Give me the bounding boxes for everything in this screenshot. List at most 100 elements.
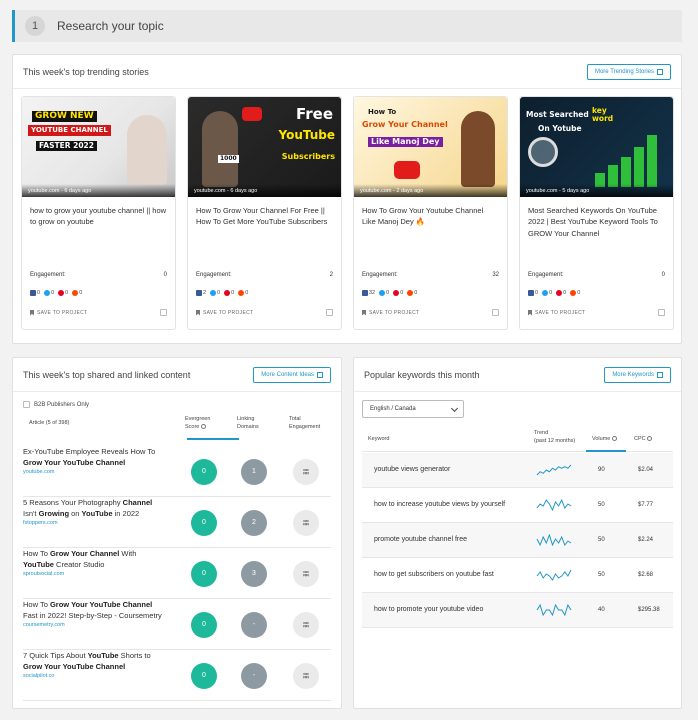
shared-table-header: Article (5 of 398) Evergreen Score Linki… (23, 416, 331, 440)
info-icon[interactable] (200, 423, 206, 429)
keyword-row[interactable]: how to promote your youtube video 40 $295.… (362, 593, 673, 628)
more-keywords-button[interactable]: More Keywords (604, 366, 671, 383)
story-title[interactable]: How To Grow Your Channel For Free || How… (188, 197, 341, 263)
keyword-text[interactable]: promote youtube channel free (374, 535, 514, 545)
article-title[interactable]: 7 Quick Tips About YouTube Shorts to Gro… (23, 651, 163, 681)
more-content-ideas-button[interactable]: More Content Ideas (253, 366, 331, 383)
article-title[interactable]: How To Grow Your YouTube Channel Fast in… (23, 600, 163, 630)
table-row: 5 Reasons Your Photography Channel Isn't… (23, 498, 331, 548)
total-engagement[interactable]: 㗊 (293, 611, 319, 638)
facebook-icon (362, 290, 368, 296)
col-evergreen[interactable]: Evergreen Score (185, 416, 210, 431)
more-trending-label: More Trending Stories (594, 68, 654, 75)
col-linking-line2: Domains (237, 423, 259, 430)
engagement-label: Engagement: (196, 272, 232, 278)
video-thumbnail[interactable]: 1000 Free YouTube Subscribers youtube.com - … (188, 97, 341, 197)
save-to-project-button[interactable]: SAVE TO PROJECT (528, 309, 585, 316)
col-total[interactable]: Total Engagement (289, 416, 320, 431)
keyword-text[interactable]: how to increase youtube views by yoursel… (374, 500, 514, 510)
col-volume[interactable]: Volume (592, 436, 617, 444)
story-title[interactable]: how to grow your youtube channel || how … (22, 197, 175, 263)
active-sort-indicator (187, 438, 239, 440)
keyword-row[interactable]: how to increase youtube views by yoursel… (362, 488, 673, 523)
col-linking[interactable]: Linking Domains (237, 416, 259, 431)
bookmark-icon (528, 309, 532, 316)
keyword-volume: 40 (598, 607, 605, 613)
locale-select[interactable]: English / Canada (362, 400, 464, 418)
article-source-link[interactable]: fstoppers.com (23, 520, 163, 528)
thumb-caption: Subscribers (281, 152, 335, 161)
col-cpc[interactable]: CPC (634, 436, 653, 444)
engagement-value: 0 (661, 272, 665, 278)
pinterest-count: 0 (400, 290, 404, 296)
story-title[interactable]: How To Grow Your Youtube Channel Like Ma… (354, 197, 507, 263)
pinterest-icon (58, 290, 65, 296)
reddit-icon (72, 290, 79, 296)
keyword-text[interactable]: how to promote your youtube video (374, 605, 514, 615)
youtube-logo-icon (394, 161, 420, 179)
trend-card[interactable]: How To Grow Your Channel Like Manoj Dey you… (353, 96, 508, 330)
total-engagement[interactable]: 㗊 (293, 509, 319, 536)
twitter-stat: 0 (44, 290, 54, 296)
article-title-part: on (69, 508, 82, 518)
b2b-checkbox[interactable] (23, 401, 30, 408)
info-icon[interactable] (611, 436, 617, 442)
reddit-count: 0 (79, 290, 83, 296)
total-engagement[interactable]: 㗊 (293, 458, 319, 485)
more-trending-stories-button[interactable]: More Trending Stories (586, 63, 671, 80)
video-thumbnail[interactable]: GROW NEW YOUTUBE CHANNEL FASTER 2022 youtub… (22, 97, 175, 197)
facebook-icon (528, 290, 534, 296)
col-trend[interactable]: Trend (past 12 months) (534, 430, 575, 445)
keyword-row[interactable]: youtube views generator 90 $2.04 (362, 453, 673, 488)
article-title[interactable]: Ex-YouTube Employee Reveals How To Grow … (23, 447, 163, 477)
trend-line (536, 604, 572, 616)
keyword-row[interactable]: promote youtube channel free 50 $2.24 (362, 523, 673, 558)
story-title[interactable]: Most Searched Keywords On YouTube 2022 |… (520, 197, 673, 263)
col-article[interactable]: Article (5 of 398) (29, 420, 69, 428)
twitter-stat: 0 (379, 290, 389, 296)
info-icon[interactable] (647, 436, 653, 442)
more-keywords-label: More Keywords (612, 371, 654, 378)
keyword-text[interactable]: youtube views generator (374, 465, 514, 475)
trend-card[interactable]: GROW NEW YOUTUBE CHANNEL FASTER 2022 youtub… (21, 96, 176, 330)
save-label: SAVE TO PROJECT (37, 309, 88, 316)
shared-content-panel: This week's top shared and linked conten… (12, 357, 342, 709)
thumb-caption: Grow Your Channel (362, 120, 448, 129)
article-source-link[interactable]: socialpilot.co (23, 673, 163, 681)
select-checkbox[interactable] (658, 309, 665, 316)
reddit-count: 0 (414, 290, 418, 296)
video-thumbnail[interactable]: How To Grow Your Channel Like Manoj Dey you… (354, 97, 507, 197)
article-source-link[interactable]: sproutsocial.com (23, 571, 163, 579)
table-row: How To Grow Your Channel With YouTube Cr… (23, 549, 331, 599)
total-engagement[interactable]: 㗊 (293, 560, 319, 587)
col-keyword[interactable]: Keyword (368, 436, 389, 444)
thumb-caption: YOUTUBE CHANNEL (28, 125, 111, 137)
social-stats: 0 0 0 0 (30, 290, 82, 296)
trend-line (536, 534, 572, 546)
keyword-row[interactable]: how to get subscribers on youtube fast 50… (362, 558, 673, 593)
save-to-project-button[interactable]: SAVE TO PROJECT (196, 309, 253, 316)
save-to-project-button[interactable]: SAVE TO PROJECT (30, 309, 88, 316)
growth-chart-icon (595, 127, 665, 187)
keyword-cpc: $7.77 (638, 502, 654, 508)
article-title[interactable]: 5 Reasons Your Photography Channel Isn't… (23, 498, 163, 528)
select-checkbox[interactable] (160, 309, 167, 316)
select-checkbox[interactable] (326, 309, 333, 316)
pinterest-stat: 0 (393, 290, 403, 296)
col-trend-line1: Trend (534, 430, 549, 436)
article-source-link[interactable]: coursemetry.com (23, 622, 163, 630)
trend-sparkline (536, 499, 572, 511)
linking-domains: - (241, 662, 267, 689)
table-row: Ex-YouTube Employee Reveals How To Grow … (23, 447, 331, 497)
keyword-text[interactable]: how to get subscribers on youtube fast (374, 570, 514, 580)
b2b-filter[interactable]: B2B Publishers Only (23, 401, 89, 408)
trend-card[interactable]: Most Searched key word On Yotube youtube.co… (519, 96, 674, 330)
article-source-link[interactable]: youtube.com (23, 469, 163, 477)
total-engagement[interactable]: 㗊 (293, 662, 319, 689)
select-checkbox[interactable] (492, 309, 499, 316)
article-title-part: Grow Your YouTube Channel (23, 457, 126, 467)
article-title[interactable]: How To Grow Your Channel With YouTube Cr… (23, 549, 163, 579)
trend-card[interactable]: 1000 Free YouTube Subscribers youtube.com - … (187, 96, 342, 330)
save-to-project-button[interactable]: SAVE TO PROJECT (362, 309, 419, 316)
video-thumbnail[interactable]: Most Searched key word On Yotube youtube.co… (520, 97, 673, 197)
